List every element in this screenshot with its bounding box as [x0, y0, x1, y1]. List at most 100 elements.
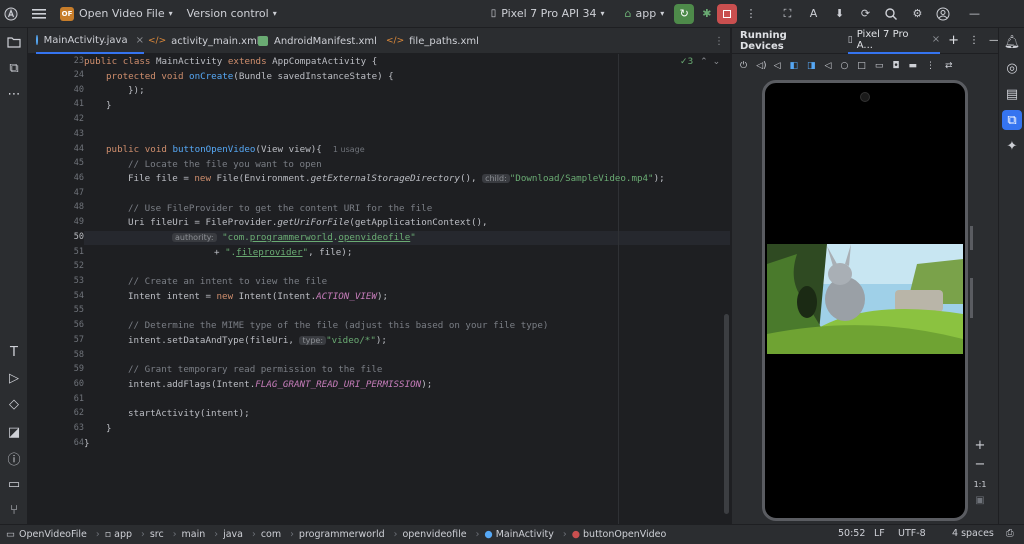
logcat-icon[interactable]: ◪: [6, 424, 22, 440]
right-tool-bar: 🔔︎ ◎ ▤ ⧉ ✦: [998, 28, 1024, 524]
param-hint: type:: [299, 336, 327, 345]
zoom-actual-size[interactable]: 1:1: [968, 480, 992, 489]
breadcrumb-item[interactable]: src: [150, 529, 164, 540]
constant: ACTION_VIEW: [316, 291, 377, 302]
snapshot-icon[interactable]: ▭: [875, 61, 884, 71]
zoom-out-icon[interactable]: −: [968, 457, 992, 472]
code-text: );: [375, 335, 387, 346]
volume-down-icon[interactable]: ◁: [774, 61, 781, 71]
app-logo-icon[interactable]: [0, 2, 22, 26]
breadcrumb-item[interactable]: ▫ app: [105, 529, 132, 540]
tab-options-icon[interactable]: ⋮: [714, 28, 724, 54]
close-icon[interactable]: ×: [136, 35, 144, 46]
translate-icon[interactable]: A: [802, 2, 824, 26]
device-file-explorer-icon[interactable]: ▤: [1004, 86, 1020, 102]
line-separator[interactable]: LF: [874, 528, 885, 539]
more-tools-icon[interactable]: ⋯: [6, 86, 22, 102]
code-text: Uri fileUri = FileProvider.: [128, 217, 278, 228]
gradle-icon[interactable]: ◎: [1004, 60, 1020, 76]
tab-options-icon[interactable]: ⋮: [969, 35, 979, 46]
fit-screen-icon[interactable]: ▣: [968, 495, 992, 506]
account-icon[interactable]: [932, 2, 954, 26]
breadcrumb-item[interactable]: ▭ OpenVideoFile: [6, 529, 87, 540]
project-selector[interactable]: OF Open Video File ▾: [56, 2, 177, 26]
device-tab[interactable]: ▯ Pixel 7 Pro A... ×: [847, 28, 941, 54]
run-config-selector[interactable]: ⌂ app ▾: [621, 2, 669, 26]
device-volume-button[interactable]: [970, 278, 973, 318]
keyword: void: [161, 71, 184, 82]
breadcrumb-item[interactable]: openvideofile: [402, 529, 466, 540]
overview-icon[interactable]: □: [857, 61, 866, 71]
editor-scrollbar[interactable]: [724, 314, 729, 514]
breadcrumb-item[interactable]: java: [223, 529, 243, 540]
minimize-icon[interactable]: —: [960, 2, 988, 26]
device-manager-icon[interactable]: ⛶: [776, 2, 798, 26]
inspection-widget[interactable]: ✓3 ⌃ ⌄: [680, 57, 720, 67]
rerun-button[interactable]: ↻: [674, 3, 695, 24]
chevron-down-icon[interactable]: ⌄: [713, 57, 721, 67]
screenshot-icon[interactable]: ◘: [892, 61, 899, 71]
home-icon[interactable]: ○: [840, 61, 848, 71]
panel-title: Running Devices: [740, 29, 787, 52]
version-control-menu[interactable]: Version control ▾: [183, 2, 281, 26]
stop-button[interactable]: [717, 3, 738, 24]
tab-mainactivity[interactable]: MainActivity.java ×: [36, 28, 144, 54]
more-actions-icon[interactable]: ⋮: [741, 2, 760, 26]
device-tab-label: Pixel 7 Pro A...: [856, 28, 909, 51]
build-hammer-icon[interactable]: T: [6, 344, 22, 360]
app-quality-icon[interactable]: ◇: [6, 396, 22, 412]
settings-gear-icon[interactable]: ⚙: [906, 2, 928, 26]
breadcrumb-item[interactable]: programmerworld: [299, 529, 385, 540]
device-selector[interactable]: ▯ Pixel 7 Pro API 34 ▾: [487, 2, 609, 26]
git-icon[interactable]: ⑂: [6, 502, 22, 518]
sync-gradle-icon[interactable]: ⟳: [854, 2, 876, 26]
tab-activity-main[interactable]: </> activity_main.xml: [148, 28, 260, 54]
code-editor[interactable]: ✓3 ⌃ ⌄ public class MainActivity extends…: [84, 54, 730, 524]
mirror-icon[interactable]: ⇄: [945, 61, 953, 71]
tab-file-paths[interactable]: </> file_paths.xml: [386, 28, 479, 54]
file-encoding[interactable]: UTF-8: [898, 528, 926, 539]
zoom-in-icon[interactable]: +: [968, 438, 992, 453]
indent-setting[interactable]: 4 spaces: [952, 528, 994, 539]
screen-record-icon[interactable]: ▬: [908, 61, 917, 71]
sdk-manager-icon[interactable]: ⬇: [828, 2, 850, 26]
gemini-sparkle-icon[interactable]: ✦: [1004, 138, 1020, 154]
tab-android-manifest[interactable]: AndroidManifest.xml: [258, 28, 377, 54]
problems-icon[interactable]: ⓘ: [6, 450, 22, 468]
device-side-button[interactable]: [970, 226, 973, 250]
power-icon[interactable]: ⏻: [740, 61, 747, 71]
breadcrumb-item[interactable]: ● MainActivity: [484, 529, 554, 540]
debug-button[interactable]: ✱: [698, 2, 715, 26]
chevron-down-icon: ▾: [600, 9, 605, 18]
more-actions-icon[interactable]: ⋮: [926, 61, 935, 71]
add-device-icon[interactable]: +: [948, 33, 959, 48]
lock-icon[interactable]: ⎙: [1006, 528, 1014, 539]
main-menu-icon[interactable]: [26, 2, 52, 26]
code-line: authority: "com.programmerworld.openvide…: [172, 231, 416, 245]
caret-position[interactable]: 50:52: [838, 528, 865, 539]
notifications-icon[interactable]: 🔔︎: [1004, 34, 1021, 50]
close-icon[interactable]: ×: [932, 34, 940, 45]
chevron-up-icon[interactable]: ⌃: [700, 57, 708, 67]
breadcrumb-item[interactable]: ● buttonOpenVideo: [572, 529, 667, 540]
run-icon[interactable]: ▷: [6, 370, 22, 386]
terminal-icon[interactable]: ▭: [6, 476, 22, 492]
phone-icon: ▯: [490, 8, 497, 19]
tab-label: AndroidManifest.xml: [274, 35, 377, 47]
bug-icon: ✱: [702, 7, 712, 20]
breadcrumb-item[interactable]: main: [182, 529, 206, 540]
rotate-left-icon[interactable]: ◧: [789, 61, 798, 71]
string-literal: "com.: [222, 232, 250, 243]
video-frame[interactable]: [767, 244, 963, 354]
breadcrumb-item[interactable]: com: [261, 529, 281, 540]
rotate-right-icon[interactable]: ◨: [807, 61, 816, 71]
volume-up-icon[interactable]: ◁): [756, 61, 766, 71]
code-text: Intent intent =: [128, 291, 217, 302]
back-icon[interactable]: ◁: [825, 61, 832, 71]
structure-icon[interactable]: ⧉: [6, 60, 22, 76]
running-devices-icon[interactable]: ⧉: [1002, 110, 1022, 130]
usage-hint[interactable]: 1 usage: [333, 145, 365, 154]
project-folder-icon[interactable]: [6, 34, 22, 50]
code-line: });: [128, 85, 145, 96]
search-icon[interactable]: [880, 2, 902, 26]
